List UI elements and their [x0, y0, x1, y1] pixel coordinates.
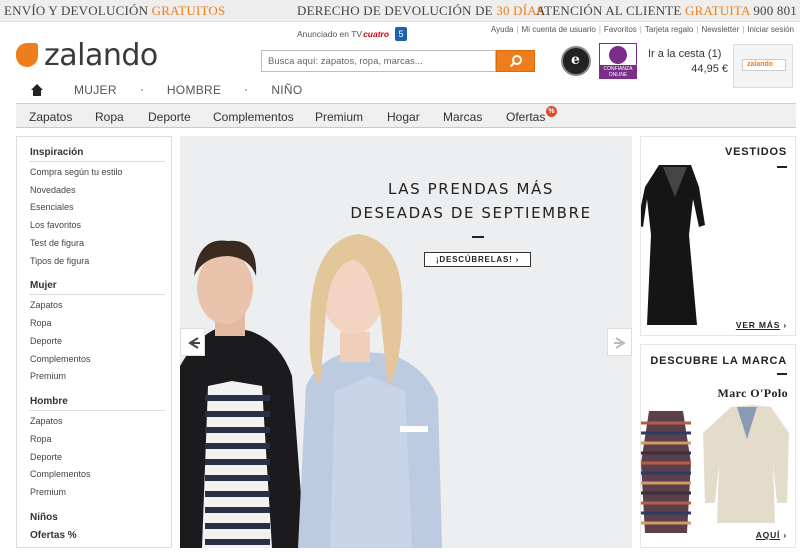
vestidos-link-text: VER MÁS	[735, 320, 781, 330]
cuatro-logo-icon: cuatro	[363, 29, 390, 39]
carousel-next-button[interactable]	[607, 328, 632, 356]
sidebar-heading-ninos[interactable]: Niños	[30, 512, 58, 523]
category-ofertas[interactable]: Ofertas	[506, 110, 545, 124]
newsletter-link[interactable]: Newsletter	[701, 25, 739, 34]
free-shipping-notice[interactable]: ENVÍO Y DEVOLUCIÓN GRATUITOS	[4, 3, 225, 19]
brand-name: Marc O'Polo	[717, 386, 788, 400]
category-deporte[interactable]: Deporte	[148, 110, 191, 124]
black-dress-image	[641, 165, 705, 325]
sidebar-mujer-deporte[interactable]: Deporte	[30, 336, 62, 346]
nav-nino[interactable]: NIÑO	[271, 83, 302, 97]
chevron-right-icon: ›	[783, 320, 787, 330]
category-premium[interactable]: Premium	[315, 110, 363, 124]
arrow-left-icon	[188, 337, 200, 349]
cart-label: Ir a la cesta (1)	[648, 48, 722, 60]
sidebar-mujer-zapatos[interactable]: Zapatos	[30, 300, 63, 310]
search-button[interactable]	[496, 50, 535, 72]
return-policy-notice[interactable]: DERECHO DE DEVOLUCIÓN DE 30 DÍAS	[297, 3, 544, 19]
sidebar-item-favoritos[interactable]: Los favoritos	[30, 220, 81, 230]
free-shipping-highlight: GRATUITOS	[151, 3, 226, 18]
sidebar-hombre-zapatos[interactable]: Zapatos	[30, 416, 63, 426]
sidebar-heading-hombre[interactable]: Hombre	[30, 396, 68, 407]
hero-banner[interactable]: LAS PRENDAS MÁS DESEADAS DE SEPTIEMBRE ¡…	[180, 136, 632, 548]
hero-headline-line2: DESEADAS DE SEPTIEMBRE	[350, 204, 592, 222]
nav-mujer[interactable]: MUJER	[74, 83, 117, 97]
vestidos-link[interactable]: VER MÁS ›	[736, 320, 787, 330]
top-links: Ayuda | Mi cuenta de usuario | Favoritos | Tar…	[490, 25, 794, 34]
hero-cta-button[interactable]: ¡DESCÚBRELAS! ›	[424, 252, 531, 267]
promo-bar: ENVÍO Y DEVOLUCIÓN GRATUITOS DERECHO DE …	[0, 0, 800, 22]
return-policy-text: DERECHO DE DEVOLUCIÓN DE	[297, 3, 493, 18]
search-input[interactable]: Busca aquí: zapatos, ropa, marcas...	[261, 50, 496, 72]
vestidos-title: VESTIDOS	[724, 146, 787, 158]
free-shipping-text: ENVÍO Y DEVOLUCIÓN	[4, 3, 149, 18]
telecinco-logo-icon: 5	[395, 27, 408, 41]
trusted-shops-badge-icon[interactable]: e	[561, 46, 591, 76]
chevron-right-icon: ›	[783, 530, 787, 540]
sidebar-hombre-complementos[interactable]: Complementos	[30, 469, 91, 479]
sidebar-item-esenciales[interactable]: Esenciales	[30, 202, 74, 212]
category-zapatos[interactable]: Zapatos	[29, 110, 72, 124]
cart-box-label: zalando	[747, 61, 774, 68]
customer-service-text: ATENCIÓN AL CLIENTE	[536, 3, 682, 18]
customer-service-highlight: GRATUITA	[685, 3, 750, 18]
sidebar-heading-mujer[interactable]: Mujer	[30, 280, 57, 291]
cart-box-icon[interactable]: zalando	[733, 44, 793, 88]
hero-divider	[472, 236, 484, 238]
brand-promo-title: DESCUBRE LA MARCA	[650, 355, 787, 367]
category-nav: Zapatos Ropa Deporte Complementos Premiu…	[16, 103, 796, 128]
customer-service-phone: 900 801 404	[753, 3, 800, 18]
sidebar-mujer-complementos[interactable]: Complementos	[30, 354, 91, 364]
nav-hombre[interactable]: HOMBRE	[167, 83, 221, 97]
arrow-right-icon	[614, 337, 626, 349]
tv-ad-text: Anunciado en TV	[297, 29, 363, 39]
sidebar-heading-inspiracion: Inspiración	[30, 147, 84, 158]
logo-mark-icon	[16, 43, 38, 67]
brand-promo[interactable]: DESCUBRE LA MARCA Marc O'Polo AQUÍ ›	[640, 344, 796, 548]
vestidos-divider	[777, 166, 787, 168]
sidebar-hombre-premium[interactable]: Premium	[30, 487, 66, 497]
cart-link[interactable]: Ir a la cesta (1) 44,95 €	[648, 48, 728, 75]
sidebar: Inspiración Compra según tu estilo Noved…	[16, 136, 172, 548]
sidebar-item-test-figura[interactable]: Test de figura	[30, 238, 84, 248]
category-marcas[interactable]: Marcas	[443, 110, 482, 124]
category-complementos[interactable]: Complementos	[213, 110, 294, 124]
cart-amount: 44,95 €	[691, 63, 728, 75]
confianza-online-badge-icon[interactable]: CONFIANZA ONLINE	[599, 43, 637, 79]
gender-nav: MUJER HOMBRE NIÑO	[30, 80, 327, 100]
category-hogar[interactable]: Hogar	[387, 110, 420, 124]
logo-text: zalando	[44, 37, 158, 73]
vestidos-promo[interactable]: VESTIDOS VER MÁS ›	[640, 136, 796, 336]
sidebar-hombre-ropa[interactable]: Ropa	[30, 434, 52, 444]
brand-link[interactable]: AQUÍ ›	[756, 530, 787, 540]
sidebar-mujer-premium[interactable]: Premium	[30, 371, 66, 381]
category-ropa[interactable]: Ropa	[95, 110, 124, 124]
sidebar-item-compra-estilo[interactable]: Compra según tu estilo	[30, 167, 123, 177]
my-account-link[interactable]: Mi cuenta de usuario	[522, 25, 596, 34]
login-link[interactable]: Iniciar sesión	[747, 25, 794, 34]
sidebar-heading-ofertas[interactable]: Ofertas %	[30, 530, 77, 541]
sidebar-item-tipos-figura[interactable]: Tipos de figura	[30, 256, 89, 266]
tv-ad-notice: Anunciado en TV cuatro 5	[297, 27, 408, 41]
brand-products-image	[641, 405, 789, 533]
favorites-link[interactable]: Favoritos	[604, 25, 637, 34]
brand-link-text: AQUÍ	[755, 530, 781, 540]
carousel-prev-button[interactable]	[180, 328, 205, 356]
sidebar-mujer-ropa[interactable]: Ropa	[30, 318, 52, 328]
offers-badge-icon: %	[546, 106, 557, 117]
search-icon	[509, 55, 522, 68]
customer-service-notice[interactable]: ATENCIÓN AL CLIENTE GRATUITA 900 801 404	[536, 3, 800, 19]
help-link[interactable]: Ayuda	[491, 25, 514, 34]
gift-card-link[interactable]: Tarjeta regalo	[645, 25, 693, 34]
sidebar-hombre-deporte[interactable]: Deporte	[30, 452, 62, 462]
sidebar-item-novedades[interactable]: Novedades	[30, 185, 76, 195]
home-icon[interactable]	[30, 83, 44, 97]
zalando-logo[interactable]: zalando	[16, 37, 158, 73]
hero-headline-line1: LAS PRENDAS MÁS	[388, 180, 554, 198]
brand-promo-divider	[777, 373, 787, 375]
